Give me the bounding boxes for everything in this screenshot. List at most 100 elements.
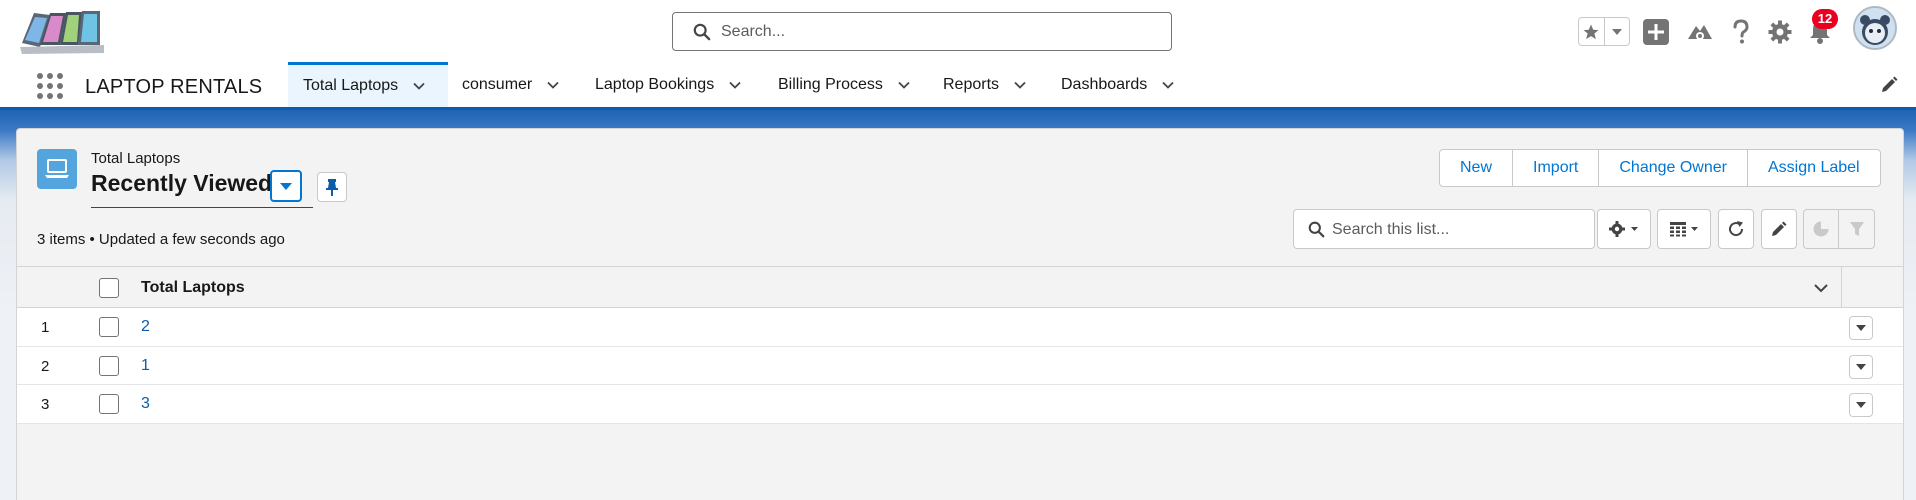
help-button[interactable] xyxy=(1727,18,1755,46)
select-all-checkbox[interactable] xyxy=(99,278,119,298)
row-checkbox[interactable] xyxy=(99,394,119,415)
app-launcher-icon[interactable] xyxy=(36,72,64,100)
tab-label: Billing Process xyxy=(778,75,883,93)
setup-gear-icon xyxy=(1768,20,1792,44)
table-row: 2 1 xyxy=(17,346,1903,386)
record-link[interactable]: 1 xyxy=(141,357,150,375)
help-icon xyxy=(1733,19,1749,44)
change-owner-button[interactable]: Change Owner xyxy=(1598,150,1747,186)
chevron-down-icon[interactable] xyxy=(897,78,911,92)
tab-label: Dashboards xyxy=(1061,75,1148,93)
pin-icon xyxy=(326,179,338,196)
app-navigation-bar: LAPTOP RENTALS Total Laptops consumer La… xyxy=(0,62,1916,110)
table-row: 3 3 xyxy=(17,385,1903,425)
list-status-text: 3 items • Updated a few seconds ago xyxy=(37,231,285,248)
list-search-input[interactable] xyxy=(1332,218,1582,242)
app-name: LAPTOP RENTALS xyxy=(85,76,263,98)
chevron-down-icon[interactable] xyxy=(546,78,560,92)
row-actions-button[interactable] xyxy=(1849,393,1873,418)
trailhead-icon xyxy=(1688,25,1712,40)
tab-label: Total Laptops xyxy=(303,77,399,94)
list-settings-button[interactable] xyxy=(1597,209,1651,249)
global-search-input[interactable] xyxy=(721,19,1151,45)
chevron-down-icon[interactable] xyxy=(1161,78,1175,92)
refresh-button[interactable] xyxy=(1718,209,1754,249)
table-body: 1 2 2 1 3 3 xyxy=(17,308,1903,425)
favorites-button[interactable] xyxy=(1579,18,1604,45)
record-link[interactable]: 2 xyxy=(141,318,150,336)
global-actions-button[interactable] xyxy=(1642,18,1670,46)
chevron-down-icon xyxy=(1856,402,1866,409)
record-link[interactable]: 3 xyxy=(141,395,150,413)
user-avatar-icon xyxy=(1855,8,1895,48)
row-number: 1 xyxy=(41,319,50,336)
tab-label: Reports xyxy=(943,75,1000,93)
setup-button[interactable] xyxy=(1766,18,1794,46)
tab-label: consumer xyxy=(462,75,533,93)
pie-chart-icon xyxy=(1813,221,1829,237)
favorites-list-button[interactable] xyxy=(1603,18,1629,45)
chevron-down-icon xyxy=(1856,363,1866,370)
refresh-icon xyxy=(1729,221,1744,237)
list-actions-group: New Import Change Owner Assign Label xyxy=(1439,149,1881,187)
chevron-down-icon xyxy=(1611,28,1622,35)
list-search[interactable] xyxy=(1293,209,1595,249)
chevron-down-icon xyxy=(1856,325,1866,331)
filters-button[interactable] xyxy=(1839,210,1874,248)
tab-label: Laptop Bookings xyxy=(595,75,715,93)
import-button[interactable]: Import xyxy=(1512,150,1598,186)
filter-icon xyxy=(1849,222,1864,236)
charts-button[interactable] xyxy=(1804,210,1840,248)
list-view-underline xyxy=(91,207,313,208)
edit-nav-pencil-icon[interactable] xyxy=(1880,76,1898,94)
global-search[interactable] xyxy=(672,12,1172,51)
list-table: Total Laptops 1 2 2 1 3 3 xyxy=(17,266,1903,425)
global-header: 12 xyxy=(0,0,1916,62)
table-header-row: Total Laptops xyxy=(17,266,1903,308)
inline-edit-button[interactable] xyxy=(1761,209,1797,249)
pin-list-view-button[interactable] xyxy=(317,172,347,202)
edit-pencil-icon xyxy=(1772,221,1787,236)
avatar[interactable] xyxy=(1853,6,1897,50)
assign-label-button[interactable]: Assign Label xyxy=(1746,150,1880,186)
table-row: 1 2 xyxy=(17,308,1903,347)
laptops-logo-image xyxy=(20,7,104,55)
tab-reports[interactable]: Reports xyxy=(943,62,1027,107)
row-number: 2 xyxy=(41,357,50,375)
list-view-name[interactable]: Recently Viewed xyxy=(91,170,272,197)
laptop-object-icon xyxy=(37,149,77,189)
notification-count-badge: 12 xyxy=(1812,9,1838,29)
tab-consumer[interactable]: consumer xyxy=(462,62,560,107)
search-icon xyxy=(1308,221,1325,238)
column-header-total-laptops[interactable]: Total Laptops xyxy=(141,279,245,297)
app-logo[interactable] xyxy=(20,7,104,55)
gear-icon xyxy=(1609,221,1638,237)
favorites-group xyxy=(1578,17,1630,46)
list-view-card: Total Laptops Recently Viewed 3 items • … xyxy=(16,128,1904,500)
list-view-picker-button[interactable] xyxy=(270,170,302,202)
tab-total-laptops[interactable]: Total Laptops xyxy=(288,62,448,107)
chevron-down-icon[interactable] xyxy=(728,78,742,92)
row-actions-button[interactable] xyxy=(1849,316,1873,340)
row-number: 3 xyxy=(41,396,50,414)
chevron-down-icon[interactable] xyxy=(412,79,426,93)
chevron-down-icon xyxy=(280,183,292,190)
add-icon xyxy=(1643,19,1669,45)
tab-dashboards[interactable]: Dashboards xyxy=(1061,62,1175,107)
laptop-icon xyxy=(45,159,69,178)
column-actions-chevron-icon[interactable] xyxy=(1813,280,1829,296)
object-label: Total Laptops xyxy=(91,150,181,167)
search-icon xyxy=(693,23,711,41)
row-actions-button[interactable] xyxy=(1849,354,1873,379)
table-display-icon xyxy=(1670,222,1698,237)
chevron-down-icon[interactable] xyxy=(1013,78,1027,92)
trailhead-button[interactable] xyxy=(1686,18,1714,46)
display-as-button[interactable] xyxy=(1657,209,1711,249)
new-button[interactable]: New xyxy=(1440,150,1512,186)
column-divider xyxy=(1841,267,1842,307)
row-checkbox[interactable] xyxy=(99,317,119,337)
row-checkbox[interactable] xyxy=(99,355,119,376)
favorites-star-icon xyxy=(1583,24,1599,39)
tab-laptop-bookings[interactable]: Laptop Bookings xyxy=(595,62,742,107)
tab-billing-process[interactable]: Billing Process xyxy=(778,62,911,107)
